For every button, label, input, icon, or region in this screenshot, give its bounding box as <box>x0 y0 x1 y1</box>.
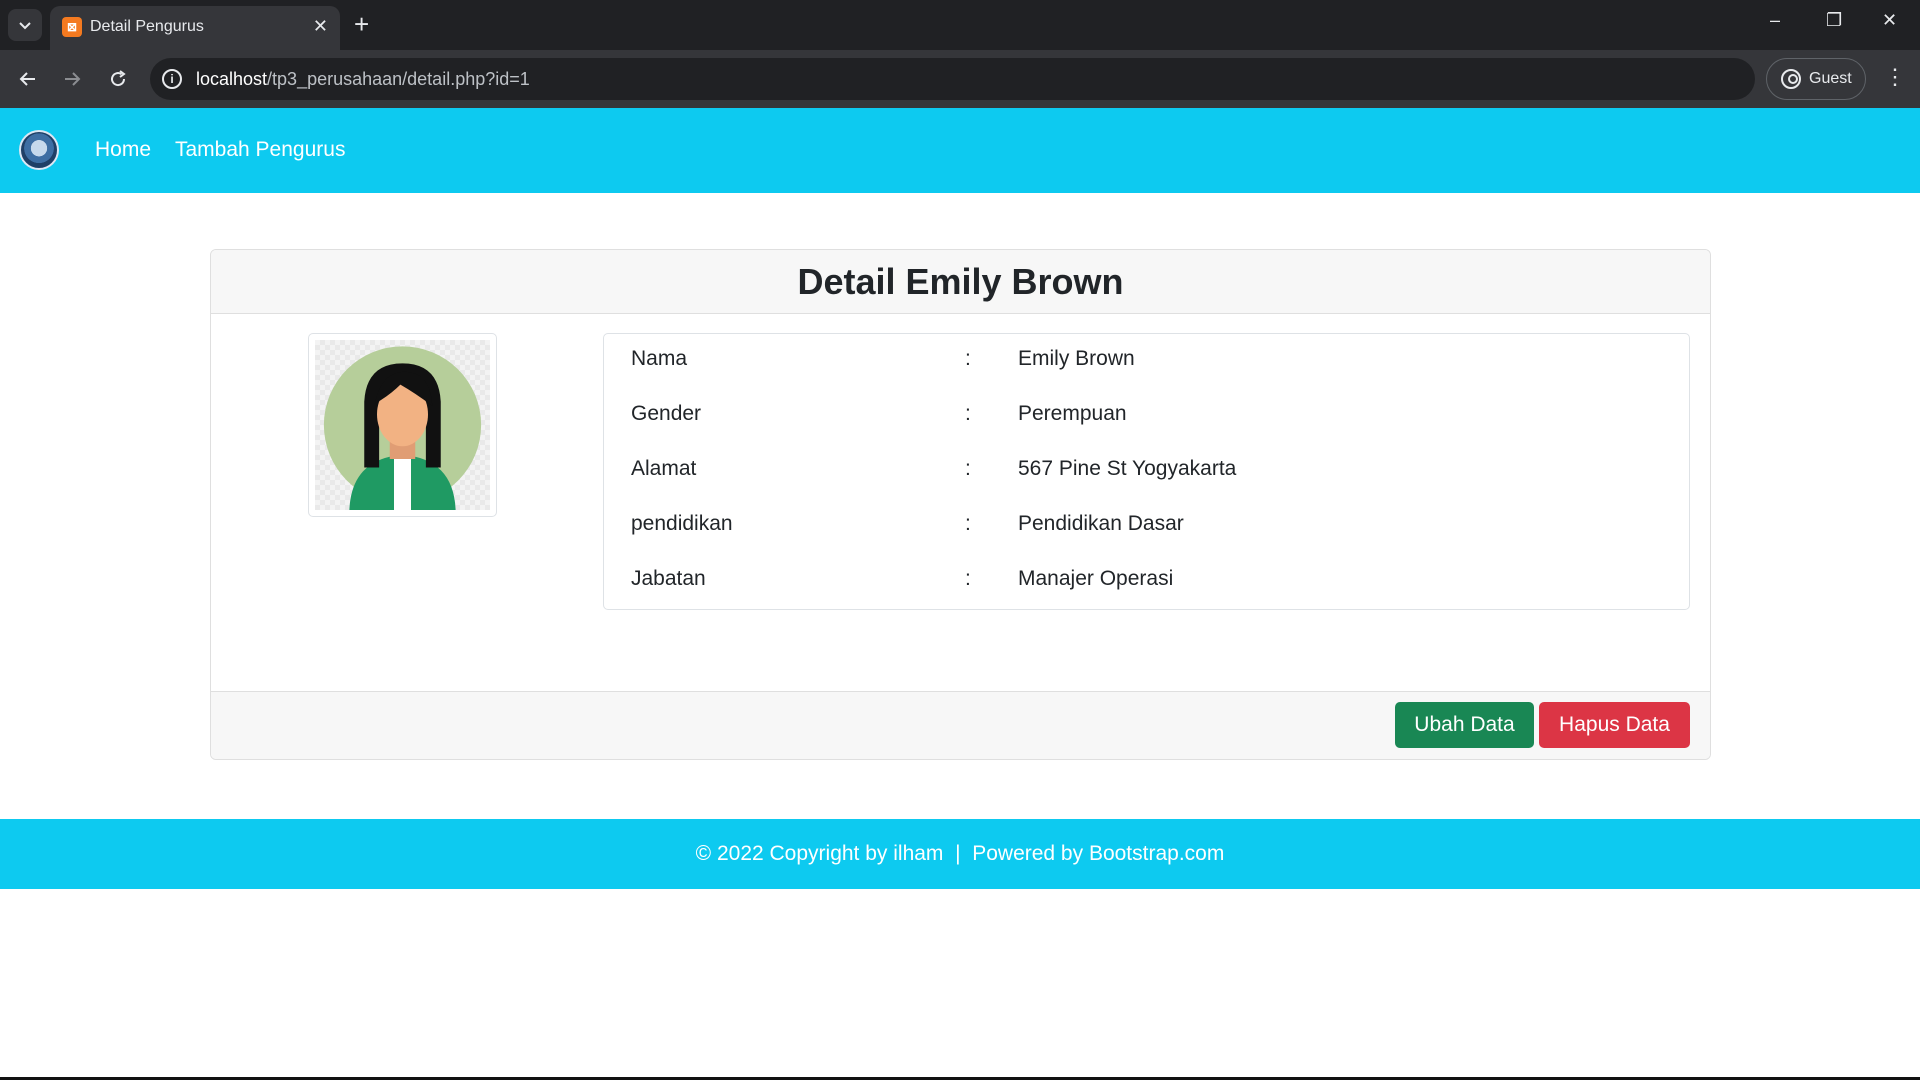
avatar-icon <box>323 346 482 510</box>
nav-link-home[interactable]: Home <box>95 138 151 162</box>
site-navbar: Home Tambah Pengurus <box>0 108 1920 193</box>
row-label: Nama <box>631 347 688 370</box>
row-label: Gender <box>631 402 702 425</box>
browser-toolbar: i localhost/tp3_perusahaan/detail.php?id… <box>0 50 1920 108</box>
delete-button[interactable]: Hapus Data <box>1539 702 1690 748</box>
row-value: Manajer Operasi <box>1018 567 1174 590</box>
footer-text: © 2022 Copyright by ilham | Powered by B… <box>695 842 1225 865</box>
menu-icon[interactable]: ⋮ <box>1884 64 1906 90</box>
url-host: localhost <box>196 69 268 89</box>
minimize-icon[interactable]: – <box>1770 10 1780 31</box>
detail-card: Detail Emily Brown Nama : Emily Brown Ge… <box>210 249 1711 760</box>
reload-icon[interactable] <box>104 65 132 93</box>
row-separator: : <box>965 512 971 535</box>
tab-title: Detail Pengurus <box>90 18 204 35</box>
new-tab-button[interactable]: + <box>354 10 369 38</box>
table-row: pendidikan : Pendidikan Dasar <box>604 499 1689 554</box>
back-icon[interactable] <box>14 65 42 93</box>
browser-tab[interactable]: ⊠ Detail Pengurus ✕ <box>50 6 340 50</box>
address-bar[interactable]: i localhost/tp3_perusahaan/detail.php?id… <box>150 58 1755 100</box>
site-info-icon[interactable]: i <box>162 69 182 89</box>
profile-icon <box>1781 69 1801 89</box>
profile-button[interactable]: Guest <box>1766 58 1866 100</box>
profile-label: Guest <box>1809 70 1852 87</box>
tab-close-icon[interactable]: ✕ <box>313 16 328 37</box>
card-footer: Ubah Data Hapus Data <box>211 691 1710 759</box>
row-value: 567 Pine St Yogyakarta <box>1018 457 1237 480</box>
photo-background <box>315 340 490 510</box>
restore-icon[interactable]: ❐ <box>1826 10 1842 31</box>
row-label: Jabatan <box>631 567 706 590</box>
url-text[interactable]: localhost/tp3_perusahaan/detail.php?id=1 <box>196 69 530 90</box>
brand-logo-icon[interactable] <box>19 130 59 170</box>
table-row: Gender : Perempuan <box>604 389 1689 444</box>
row-label: Alamat <box>631 457 697 480</box>
row-separator: : <box>965 402 971 425</box>
page-viewport: Home Tambah Pengurus Detail Emily Brown <box>0 108 1920 1080</box>
site-footer: © 2022 Copyright by ilham | Powered by B… <box>0 819 1920 889</box>
page-title: Detail Emily Brown <box>797 261 1124 302</box>
row-separator: : <box>965 457 971 480</box>
forward-icon[interactable] <box>58 65 86 93</box>
info-table: Nama : Emily Brown Gender : Perempuan Al… <box>603 333 1690 610</box>
table-row: Alamat : 567 Pine St Yogyakarta <box>604 444 1689 499</box>
edit-button[interactable]: Ubah Data <box>1395 702 1534 748</box>
browser-tabstrip: ⊠ Detail Pengurus ✕ + – ❐ ✕ <box>0 0 1920 50</box>
nav-link-tambah-pengurus[interactable]: Tambah Pengurus <box>175 138 345 162</box>
row-separator: : <box>965 567 971 590</box>
window-close-icon[interactable]: ✕ <box>1882 10 1897 31</box>
row-value: Perempuan <box>1018 402 1127 425</box>
row-separator: : <box>965 347 971 370</box>
chevron-down-icon <box>19 22 31 30</box>
row-label: pendidikan <box>631 512 733 535</box>
tab-search-button[interactable] <box>8 9 42 41</box>
profile-photo <box>308 333 497 517</box>
xampp-favicon-icon: ⊠ <box>62 17 82 37</box>
table-row: Jabatan : Manajer Operasi <box>604 554 1689 609</box>
card-header: Detail Emily Brown <box>211 250 1710 314</box>
row-value: Emily Brown <box>1018 347 1135 370</box>
url-path: /tp3_perusahaan/detail.php?id=1 <box>267 69 530 89</box>
table-row: Nama : Emily Brown <box>604 334 1689 389</box>
row-value: Pendidikan Dasar <box>1018 512 1184 535</box>
